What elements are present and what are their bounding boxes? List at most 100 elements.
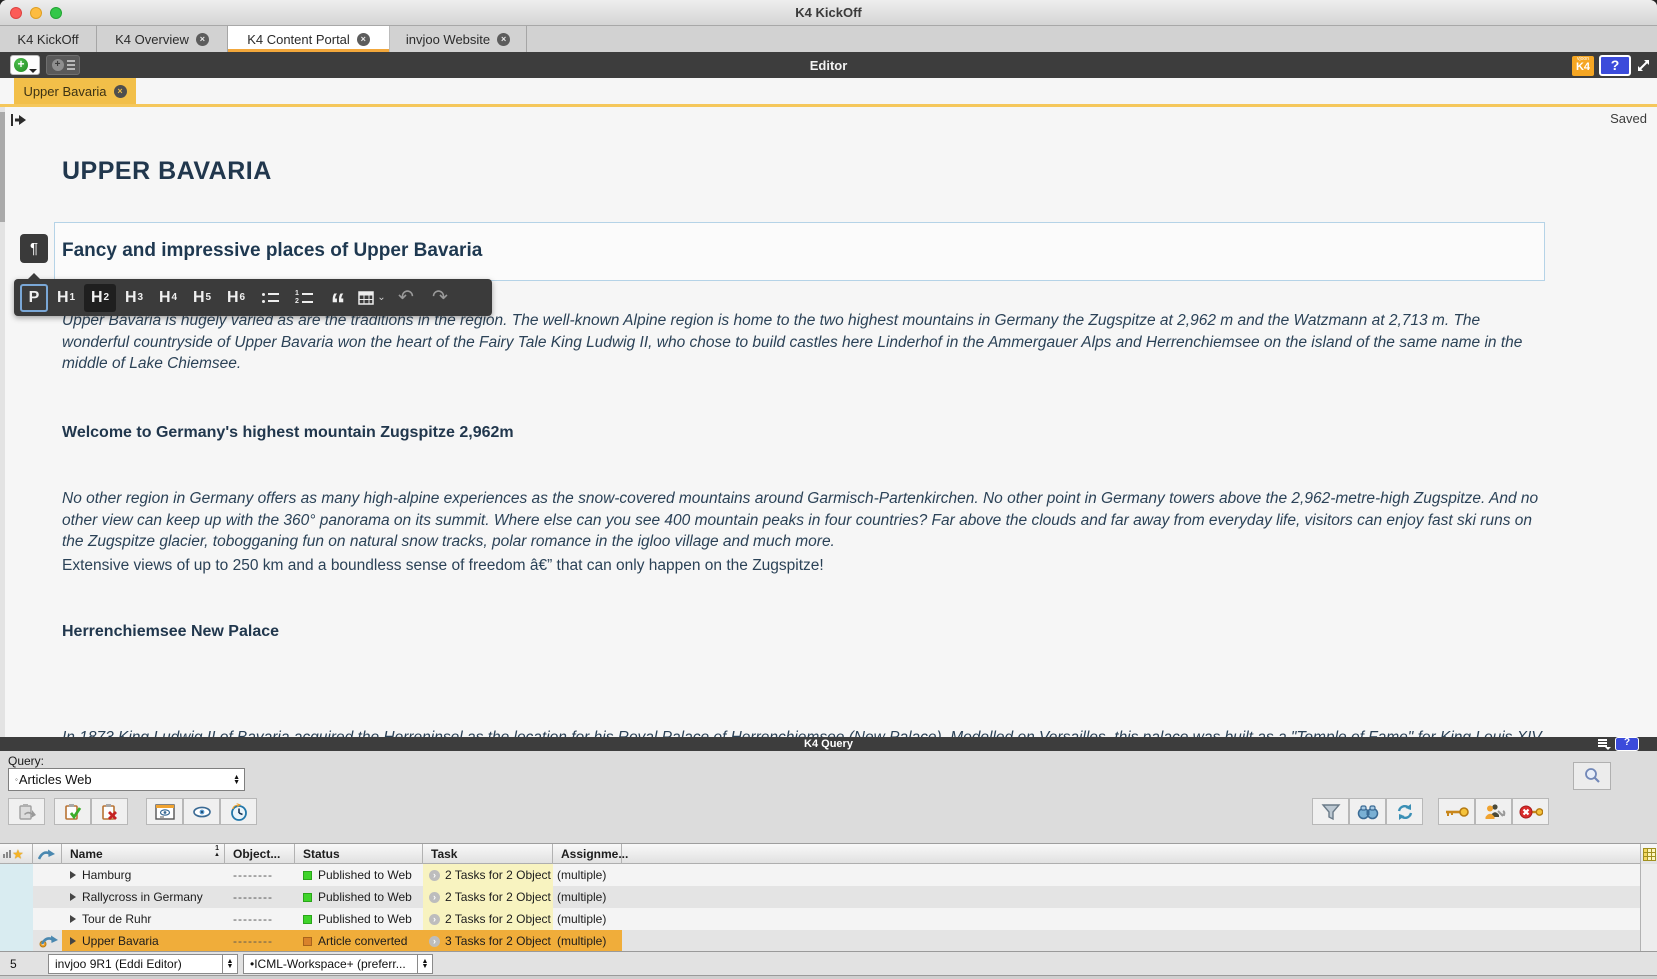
table-row[interactable]: Tour de Ruhr -------- Published to Web ›… bbox=[0, 908, 1657, 930]
table-scrollbar-track[interactable] bbox=[1640, 864, 1657, 952]
close-icon[interactable]: × bbox=[497, 32, 511, 46]
task-chevron-icon: › bbox=[429, 935, 440, 947]
numbered-list-icon[interactable]: 1 2 bbox=[288, 284, 320, 312]
disclosure-triangle-icon[interactable] bbox=[70, 871, 76, 879]
find-button[interactable] bbox=[1349, 798, 1386, 825]
blockquote-icon[interactable]: “ bbox=[322, 284, 354, 319]
column-header-favorites[interactable]: ★ bbox=[0, 844, 33, 864]
user-tasks-button[interactable] bbox=[1475, 798, 1512, 825]
table-row[interactable]: Rallycross in Germany -------- Published… bbox=[0, 886, 1657, 908]
history-button[interactable] bbox=[220, 798, 257, 825]
close-icon[interactable]: × bbox=[195, 32, 209, 46]
column-header-status[interactable]: Status bbox=[295, 844, 423, 864]
column-header-assignment[interactable]: Assignme... bbox=[553, 844, 628, 864]
query-select[interactable]: ◦ Articles Web ▲ ▼ bbox=[8, 768, 245, 791]
query-controls-panel: Query: ◦ Articles Web ▲ ▼ bbox=[0, 751, 1657, 843]
bullet-list-icon[interactable] bbox=[254, 284, 286, 312]
disclosure-triangle-icon[interactable] bbox=[70, 937, 76, 945]
revoke-key-button[interactable] bbox=[1512, 798, 1549, 825]
format-h5-button[interactable]: H5 bbox=[186, 284, 218, 312]
close-icon[interactable]: × bbox=[113, 84, 127, 98]
status-square-orange bbox=[303, 936, 312, 946]
query-label: Query: bbox=[8, 754, 45, 768]
close-icon[interactable]: × bbox=[356, 32, 370, 46]
help-button[interactable]: ? bbox=[1615, 737, 1639, 751]
view-button[interactable] bbox=[183, 798, 220, 825]
row-status: Article converted bbox=[318, 934, 408, 948]
checkin-button[interactable] bbox=[54, 798, 91, 825]
document-tab-upper-bavaria[interactable]: Upper Bavaria × bbox=[14, 78, 136, 104]
search-icon bbox=[1585, 768, 1600, 783]
cancel-checkout-button[interactable] bbox=[91, 798, 128, 825]
refresh-icon bbox=[1397, 803, 1412, 820]
status-square-green bbox=[303, 870, 312, 880]
help-button[interactable]: ? bbox=[1599, 55, 1631, 76]
preview-button[interactable] bbox=[146, 798, 183, 825]
favorite-cell[interactable] bbox=[0, 864, 33, 886]
filter-button[interactable] bbox=[1312, 798, 1349, 825]
k4-query-titlebar: K4 Query ? bbox=[0, 737, 1657, 751]
user-select[interactable]: invjoo 9R1 (Eddi Editor) ▲ ▼ bbox=[48, 954, 238, 974]
column-header-task[interactable]: Task bbox=[423, 844, 553, 864]
column-chooser-button[interactable] bbox=[1640, 844, 1657, 864]
header-label: Object... bbox=[233, 847, 281, 861]
workspace-select[interactable]: •ICML-Workspace+ (preferr... ▲ ▼ bbox=[243, 954, 433, 974]
article-paragraph-1[interactable]: Upper Bavaria is hugely varied as are th… bbox=[62, 310, 1545, 375]
format-h2-button-active[interactable]: H2 bbox=[84, 283, 116, 312]
article-paragraph-2b[interactable]: Extensive views of up to 250 km and a bo… bbox=[62, 555, 1545, 577]
tab-k4-content-portal-active[interactable]: K4 Content Portal × bbox=[228, 26, 390, 52]
tab-k4-kickoff[interactable]: K4 KickOff bbox=[0, 26, 97, 52]
workflow-swoosh-icon bbox=[38, 849, 55, 860]
saved-status: Saved bbox=[1610, 111, 1647, 126]
editor-scrollbar-track[interactable] bbox=[0, 107, 5, 737]
format-h4-button[interactable]: H4 bbox=[152, 284, 184, 312]
window-title: K4 KickOff bbox=[795, 5, 862, 20]
header-label: Name bbox=[70, 847, 103, 861]
table-row[interactable]: Hamburg -------- Published to Web › 2 Tas… bbox=[0, 864, 1657, 886]
h-sub: 2 bbox=[103, 292, 110, 303]
search-mode-button[interactable] bbox=[1573, 762, 1611, 790]
editor-scrollbar-thumb[interactable] bbox=[0, 112, 5, 222]
panel-menu-icon[interactable] bbox=[1598, 739, 1611, 750]
tab-k4-overview[interactable]: K4 Overview × bbox=[97, 26, 228, 52]
paragraph-handle-button[interactable]: ¶ bbox=[20, 234, 48, 263]
h-label: H bbox=[158, 288, 171, 306]
clipboard-forward-icon bbox=[18, 803, 36, 820]
status-square-green bbox=[303, 892, 312, 902]
disclosure-triangle-icon[interactable] bbox=[70, 915, 76, 923]
column-header-name[interactable]: Name 1 ▲ bbox=[62, 844, 225, 864]
text-flow-icon[interactable] bbox=[10, 113, 28, 127]
insert-table-icon[interactable]: ⌄ bbox=[356, 284, 388, 312]
table-row-selected[interactable]: Upper Bavaria -------- Article converted… bbox=[0, 930, 1657, 952]
h-sub: 6 bbox=[239, 292, 246, 303]
star-icon: ★ bbox=[13, 848, 23, 861]
binoculars-icon bbox=[1357, 804, 1378, 819]
checkout-button-disabled[interactable] bbox=[8, 798, 45, 825]
redo-button[interactable]: ↷ bbox=[424, 284, 456, 312]
favorite-cell[interactable] bbox=[0, 930, 33, 952]
format-paragraph-button[interactable]: P bbox=[20, 283, 48, 312]
format-h1-button[interactable]: H1 bbox=[50, 284, 82, 312]
favorite-cell[interactable] bbox=[0, 908, 33, 930]
stepper-icon: ▲ ▼ bbox=[417, 955, 432, 973]
stepper-icon: ▲ ▼ bbox=[222, 955, 237, 973]
k4-label: K4 bbox=[1575, 61, 1591, 73]
undo-button[interactable]: ↶ bbox=[390, 284, 422, 312]
vjoon-k4-logo[interactable]: vjoon K4 bbox=[1572, 56, 1594, 76]
article-heading-zugspitze[interactable]: Welcome to Germany's highest mountain Zu… bbox=[62, 424, 514, 442]
format-h3-button[interactable]: H3 bbox=[118, 284, 150, 312]
tab-invjoo-website[interactable]: invjoo Website × bbox=[390, 26, 527, 52]
article-paragraph-3-clipped[interactable]: In 1873 King Ludwig II of Bavaria acquir… bbox=[62, 727, 1545, 737]
app-window: K4 KickOff K4 KickOff K4 Overview × K4 C… bbox=[0, 0, 1657, 979]
assign-key-button[interactable] bbox=[1438, 798, 1475, 825]
format-h6-button[interactable]: H6 bbox=[220, 284, 252, 312]
refresh-button[interactable] bbox=[1386, 798, 1423, 825]
article-paragraph-2[interactable]: No other region in Germany offers as man… bbox=[62, 488, 1545, 553]
disclosure-triangle-icon[interactable] bbox=[70, 893, 76, 901]
favorite-cell[interactable] bbox=[0, 886, 33, 908]
editor-canvas[interactable]: Saved UPPER BAVARIA Fancy and impressive… bbox=[0, 107, 1657, 737]
article-heading-herrenchiemsee[interactable]: Herrenchiemsee New Palace bbox=[62, 623, 279, 641]
expand-panel-icon[interactable] bbox=[1636, 58, 1651, 73]
column-header-workflow[interactable] bbox=[33, 844, 62, 864]
column-header-object[interactable]: Object... bbox=[225, 844, 295, 864]
